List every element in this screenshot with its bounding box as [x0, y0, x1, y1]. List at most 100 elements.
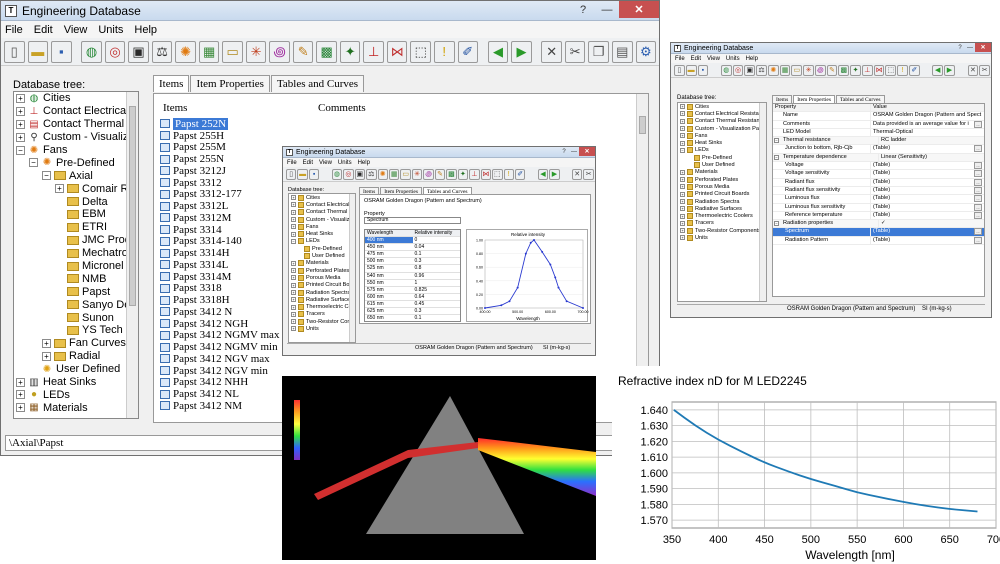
- tab-tables-and-curves[interactable]: Tables and Curves: [270, 75, 365, 92]
- property-row[interactable]: Radiation Pattern (Table)...: [773, 236, 984, 246]
- expand-icon[interactable]: +: [680, 133, 685, 139]
- new-button[interactable]: ▯: [4, 40, 25, 63]
- column-comments[interactable]: Comments: [318, 102, 366, 114]
- property-row[interactable]: Radiant flux (Table)...: [773, 178, 984, 187]
- tree-node[interactable]: ETRI: [14, 221, 138, 234]
- grid-button[interactable]: ▦: [779, 64, 791, 76]
- tree-node[interactable]: + Porous Media: [678, 183, 766, 190]
- scale-button[interactable]: ⚖: [756, 64, 767, 76]
- menu-view[interactable]: View: [707, 56, 720, 62]
- tree-node[interactable]: + Cities: [678, 103, 766, 110]
- expand-icon[interactable]: +: [680, 206, 685, 212]
- expand-icon[interactable]: +: [680, 184, 685, 190]
- collapse-icon[interactable]: −: [774, 154, 779, 160]
- grid-button[interactable]: ▦: [388, 168, 400, 180]
- save-button[interactable]: ▪: [308, 168, 320, 180]
- tree-node[interactable]: − LEDs: [289, 238, 355, 245]
- property-row[interactable]: Voltage sensitivity (Table)...: [773, 170, 984, 179]
- tree-node[interactable]: + ▤ Contact Thermal Resist: [14, 118, 138, 131]
- expand-icon[interactable]: +: [291, 290, 296, 295]
- expand-icon[interactable]: +: [291, 268, 296, 274]
- new-button[interactable]: ▯: [674, 64, 685, 76]
- property-row[interactable]: − Temperature dependence Linear (Sensitivi…: [773, 153, 984, 163]
- ellipsis-button[interactable]: ...: [974, 162, 982, 170]
- table-row[interactable]: 625 nm 0.3: [365, 308, 460, 316]
- tree-node[interactable]: NMB: [14, 272, 138, 285]
- expand-icon[interactable]: +: [291, 209, 296, 215]
- tab-items[interactable]: Items: [153, 75, 190, 92]
- expand-icon[interactable]: +: [291, 311, 296, 317]
- tree-node[interactable]: Mechatroni: [14, 247, 138, 260]
- menu-units[interactable]: Units: [338, 160, 352, 166]
- ellipsis-button[interactable]: ...: [974, 228, 982, 236]
- resistor-button[interactable]: ⊥: [363, 40, 384, 63]
- tree-node[interactable]: + Tracers: [289, 311, 355, 318]
- tree-node[interactable]: + ⚲ Custom - Visualization P: [14, 131, 138, 144]
- tree-node[interactable]: + Comair Rot: [14, 182, 138, 195]
- ellipsis-button[interactable]: ...: [974, 170, 982, 178]
- warning-button[interactable]: !: [433, 40, 455, 63]
- edit-button[interactable]: ✐: [908, 64, 920, 76]
- ellipsis-button[interactable]: ...: [974, 186, 982, 194]
- property-row[interactable]: Radiant flux sensitivity (Table)...: [773, 186, 984, 196]
- tree-node[interactable]: +Two-Resistor Components: [289, 318, 355, 325]
- collapse-icon[interactable]: −: [291, 238, 296, 244]
- expand-icon[interactable]: +: [680, 140, 685, 146]
- tree-node[interactable]: + Radiative Surfaces: [289, 296, 355, 303]
- tree-node[interactable]: Papst: [14, 285, 138, 298]
- property-value[interactable]: (Table): [870, 145, 984, 153]
- property-value[interactable]: OSRAM Golden Dragon (Pattern and Spect: [870, 112, 984, 120]
- tree-node[interactable]: Delta: [14, 195, 138, 208]
- expand-icon[interactable]: +: [680, 111, 685, 117]
- property-row[interactable]: Junction to bottom, Rjb-Cjb (Table)...: [773, 145, 984, 154]
- arrow-right-button[interactable]: ▶: [511, 40, 532, 63]
- menu-help[interactable]: Help: [134, 24, 157, 36]
- tree-node[interactable]: + ▦ Materials: [14, 401, 138, 414]
- tree-button[interactable]: ✦: [850, 64, 861, 76]
- cross-button[interactable]: ✕: [572, 168, 583, 180]
- expand-icon[interactable]: +: [16, 403, 25, 413]
- tracer-button[interactable]: ✎: [292, 40, 314, 63]
- table-row[interactable]: 525 nm 0.8: [365, 265, 460, 273]
- tree-node[interactable]: Pre-Defined: [678, 154, 766, 161]
- tree-node[interactable]: JMC Produ: [14, 234, 138, 247]
- menu-help[interactable]: Help: [746, 56, 758, 62]
- scale-button[interactable]: ⚖: [366, 168, 377, 180]
- property-value[interactable]: (Table): [870, 236, 984, 245]
- tree-node[interactable]: + ◍ Cities: [14, 92, 138, 105]
- expand-icon[interactable]: +: [291, 231, 296, 237]
- expand-icon[interactable]: +: [55, 184, 64, 194]
- collapse-icon[interactable]: −: [774, 138, 779, 144]
- new-button[interactable]: ▯: [286, 168, 297, 180]
- collapse-icon[interactable]: −: [42, 171, 51, 181]
- screen-button[interactable]: ▣: [128, 40, 149, 63]
- tree-node[interactable]: + Cities: [289, 194, 355, 201]
- tree-node[interactable]: + Heat Sinks: [289, 230, 355, 238]
- expand-icon[interactable]: +: [291, 195, 296, 201]
- tree-button[interactable]: ✦: [457, 168, 469, 180]
- chart-button[interactable]: ⬚: [492, 168, 503, 180]
- arrow-left-button[interactable]: ◀: [487, 40, 509, 63]
- edit-button[interactable]: ✐: [514, 168, 526, 180]
- property-value[interactable]: (Table): [870, 203, 984, 211]
- save-button[interactable]: ▪: [697, 64, 709, 76]
- list-item[interactable]: Papst 3412 NGV min: [160, 365, 630, 377]
- collapse-icon[interactable]: −: [774, 221, 779, 227]
- property-value[interactable]: (Table): [870, 211, 984, 220]
- network-button[interactable]: ✳: [803, 64, 814, 76]
- tree-node[interactable]: + Thermoelectric Coolers: [678, 212, 766, 220]
- table-row[interactable]: 615 nm 0.45: [365, 301, 460, 309]
- tree-node[interactable]: + Porous Media: [289, 274, 355, 281]
- help-button[interactable]: ?: [571, 1, 595, 18]
- column-items[interactable]: Items: [163, 102, 187, 114]
- minimize-button[interactable]: —: [965, 43, 975, 52]
- tree-node[interactable]: +Contact Thermal Resistance: [289, 209, 355, 216]
- arrow-right-button[interactable]: ▶: [549, 168, 560, 180]
- menu-file[interactable]: File: [287, 160, 297, 166]
- save-button[interactable]: ▪: [51, 40, 72, 63]
- property-row[interactable]: Luminous flux (Table)...: [773, 195, 984, 204]
- globe-button[interactable]: ◍: [81, 40, 102, 63]
- expand-icon[interactable]: +: [16, 119, 25, 129]
- tree-node[interactable]: + ⊥ Contact Electrical Resis: [14, 105, 138, 118]
- copy-button[interactable]: ❐: [588, 40, 609, 63]
